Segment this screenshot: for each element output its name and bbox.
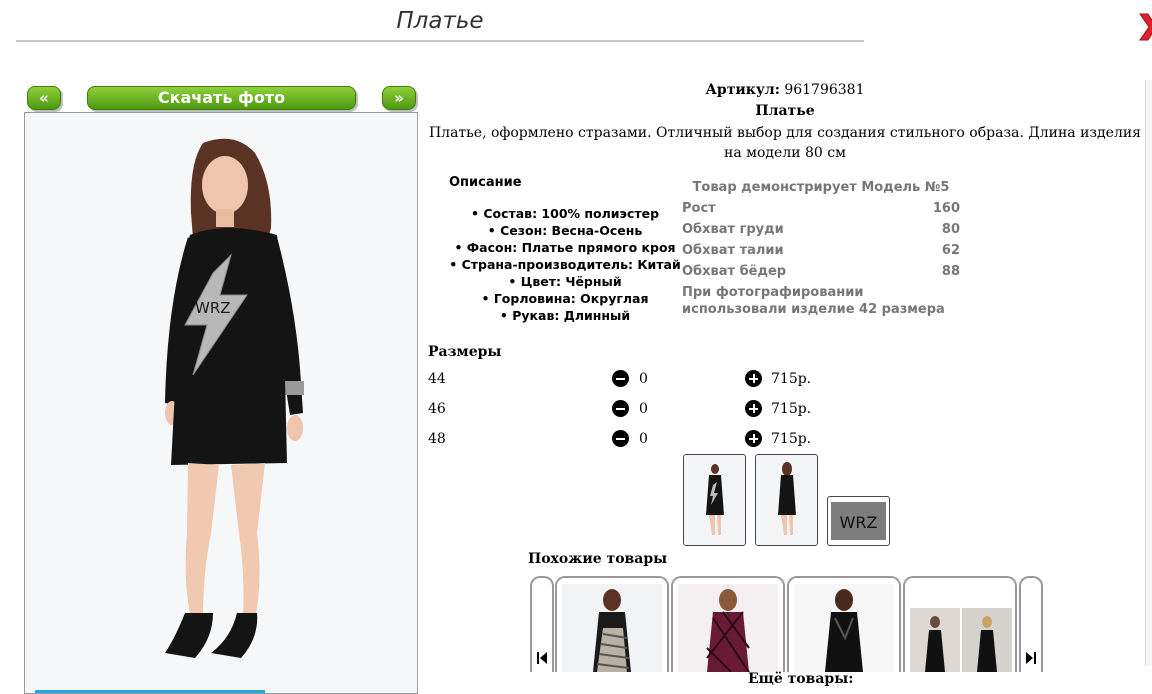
scrollbar[interactable] <box>1145 80 1152 666</box>
model-row-label: Обхват бёдер <box>682 264 787 279</box>
size-price: 715р. <box>771 431 812 447</box>
model-row: Обхват груди 80 <box>682 220 960 241</box>
article-line: Артикул: 961796381 <box>424 82 1146 98</box>
product-name: Платье <box>755 103 815 119</box>
model-row-label: Рост <box>682 201 716 216</box>
title-divider <box>16 40 864 42</box>
similar-product[interactable] <box>903 576 1017 672</box>
size-row: 46 0 715р. <box>428 399 828 419</box>
more-products-title: Ещё товары: <box>748 671 854 687</box>
detail-item: Сезон: Весна-Осень <box>440 222 690 239</box>
model-row-value: 88 <box>941 264 960 279</box>
article-number: 961796381 <box>784 82 865 98</box>
minus-icon[interactable] <box>612 400 629 417</box>
detail-item: Фасон: Платье прямого кроя <box>440 239 690 256</box>
model-row-value: 80 <box>941 222 960 237</box>
plus-icon[interactable] <box>745 400 762 417</box>
article-label: Артикул: <box>705 82 780 98</box>
details-list: Состав: 100% полиэстер Сезон: Весна-Осен… <box>440 205 690 324</box>
photo-thumbnail[interactable] <box>755 454 818 546</box>
print-text: WRZ <box>840 513 878 532</box>
detail-item: Состав: 100% полиэстер <box>440 205 690 222</box>
prev-photo-button[interactable]: « <box>27 86 61 110</box>
detail-item: Цвет: Чёрный <box>440 273 690 290</box>
similar-product[interactable] <box>671 576 785 672</box>
product-description: Платье, оформлено стразами. Отличный выб… <box>428 125 1142 161</box>
similar-product[interactable] <box>555 576 669 672</box>
similar-product[interactable] <box>787 576 901 672</box>
photo-bottom-bar <box>35 690 265 693</box>
model-row-label: Обхват груди <box>682 222 784 237</box>
skip-back-icon <box>537 652 547 664</box>
size-row: 48 0 715р. <box>428 429 828 449</box>
model-row: Обхват талии 62 <box>682 241 960 262</box>
size-quantity: 0 <box>639 401 648 417</box>
photo-thumbnail[interactable] <box>683 454 746 546</box>
carousel-prev-button[interactable] <box>530 576 554 672</box>
size-price: 715р. <box>771 401 812 417</box>
carousel-next-button[interactable] <box>1019 576 1043 672</box>
main-product-photo[interactable]: WRZ <box>24 112 418 694</box>
plus-icon[interactable] <box>745 370 762 387</box>
minus-icon[interactable] <box>612 430 629 447</box>
size-label: 46 <box>428 401 446 417</box>
download-photo-button[interactable]: Скачать фото <box>87 86 356 110</box>
size-row: 44 0 715р. <box>428 369 828 389</box>
size-quantity: 0 <box>639 431 648 447</box>
size-label: 48 <box>428 431 446 447</box>
model-row-value: 62 <box>941 243 960 258</box>
model-row: Обхват бёдер 88 <box>682 262 960 283</box>
model-info: Товар демонстрирует Модель №5 Рост 160 Об… <box>682 180 960 318</box>
sizes-title: Размеры <box>428 344 502 360</box>
model-row-label: Обхват талии <box>682 243 784 258</box>
details-title: Описание <box>449 175 522 190</box>
model-title: Товар демонстрирует Модель №5 <box>692 180 950 195</box>
photo-thumbnail[interactable]: WRZ <box>827 496 890 546</box>
detail-item: Горловина: Округлая <box>440 290 690 307</box>
model-row: Рост 160 <box>682 199 960 220</box>
size-price: 715р. <box>771 371 812 387</box>
next-photo-button[interactable]: » <box>382 86 416 110</box>
size-quantity: 0 <box>639 371 648 387</box>
detail-item: Рукав: Длинный <box>440 307 690 324</box>
skip-forward-icon <box>1026 652 1036 664</box>
size-label: 44 <box>428 371 446 387</box>
close-icon[interactable] <box>1137 8 1152 46</box>
minus-icon[interactable] <box>612 370 629 387</box>
detail-item: Страна-производитель: Китай <box>440 256 690 273</box>
model-note: При фотографировании использовали издели… <box>682 285 945 317</box>
model-row-value: 160 <box>932 201 960 216</box>
plus-icon[interactable] <box>745 430 762 447</box>
similar-products-title: Похожие товары <box>528 551 668 567</box>
svg-text:WRZ: WRZ <box>195 299 231 317</box>
page-title: Платье <box>396 8 484 34</box>
